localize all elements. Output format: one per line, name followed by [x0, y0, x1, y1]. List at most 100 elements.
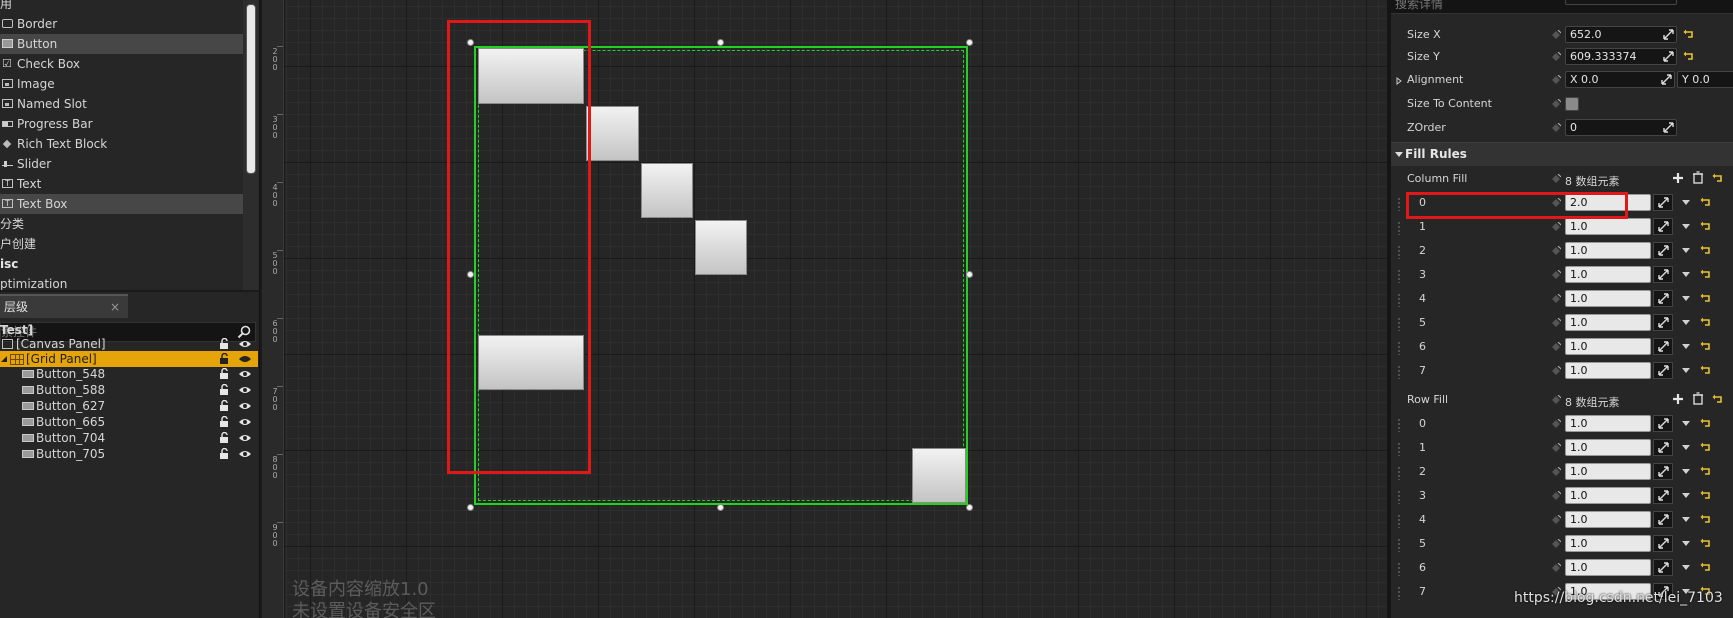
- row-fill-value-field[interactable]: 1.0: [1565, 487, 1651, 504]
- dropdown-arrow-icon[interactable]: [1682, 296, 1690, 301]
- lock-icon[interactable]: [218, 384, 232, 396]
- dropdown-arrow-icon[interactable]: [1682, 421, 1690, 426]
- palette-item-rich-text-block[interactable]: Rich Text Block: [0, 134, 243, 154]
- size-to-content-checkbox[interactable]: [1565, 97, 1579, 111]
- eye-icon[interactable]: [238, 400, 252, 412]
- add-element-icon[interactable]: [1672, 393, 1684, 405]
- lock-icon[interactable]: [218, 338, 232, 350]
- eye-icon[interactable]: [238, 432, 252, 444]
- drag-arrows-icon[interactable]: [1661, 74, 1672, 85]
- expand-field-button[interactable]: [1653, 266, 1673, 283]
- resize-handle-mr[interactable]: [966, 271, 973, 278]
- resize-handle-br[interactable]: [966, 504, 973, 511]
- tree-button[interactable]: Button_665: [0, 414, 258, 430]
- drag-grip-icon[interactable]: [1397, 293, 1401, 307]
- reset-icon[interactable]: [1700, 441, 1712, 453]
- drag-grip-icon[interactable]: [1397, 197, 1401, 211]
- bind-diamond-icon[interactable]: [1551, 395, 1561, 405]
- dropdown-arrow-icon[interactable]: [1682, 517, 1690, 522]
- close-icon[interactable]: ×: [110, 296, 120, 318]
- tab-hierarchy[interactable]: 层级 ×: [0, 294, 128, 318]
- palette-item-text[interactable]: T Text: [0, 174, 243, 194]
- grid-button-588[interactable]: [586, 106, 639, 161]
- drag-grip-icon[interactable]: [1397, 442, 1401, 456]
- row-fill-value-field[interactable]: 1.0: [1565, 439, 1651, 456]
- drag-arrows-icon[interactable]: [1658, 197, 1669, 208]
- drag-grip-icon[interactable]: [1397, 538, 1401, 552]
- bind-diamond-icon[interactable]: [1551, 443, 1561, 453]
- expand-field-button[interactable]: [1653, 487, 1673, 504]
- reset-icon[interactable]: [1683, 28, 1695, 40]
- palette-item-progress-bar[interactable]: Progress Bar: [0, 114, 243, 134]
- expand-arrow-icon[interactable]: [1395, 77, 1403, 85]
- bind-diamond-icon[interactable]: [1551, 342, 1561, 352]
- reset-icon[interactable]: [1700, 196, 1712, 208]
- bind-diamond-icon[interactable]: [1551, 294, 1561, 304]
- expand-field-button[interactable]: [1653, 463, 1673, 480]
- drag-grip-icon[interactable]: [1397, 466, 1401, 480]
- dropdown-arrow-icon[interactable]: [1682, 445, 1690, 450]
- palette-category[interactable]: ptimization: [0, 274, 243, 290]
- dropdown-arrow-icon[interactable]: [1682, 493, 1690, 498]
- grid-button-665[interactable]: [695, 220, 747, 275]
- bind-diamond-icon[interactable]: [1551, 563, 1561, 573]
- column-fill-value-field[interactable]: 1.0: [1565, 266, 1651, 283]
- drag-arrows-icon[interactable]: [1658, 442, 1669, 453]
- section-fill-rules[interactable]: Fill Rules: [1391, 142, 1733, 166]
- bind-diamond-icon[interactable]: [1551, 419, 1561, 429]
- tree-button[interactable]: Button_588: [0, 382, 258, 398]
- lock-icon[interactable]: [218, 448, 232, 460]
- bind-diamond-icon[interactable]: [1551, 30, 1561, 40]
- trash-icon[interactable]: [1692, 392, 1704, 405]
- drag-arrows-icon[interactable]: [1663, 29, 1674, 40]
- lock-icon[interactable]: [218, 416, 232, 428]
- dropdown-arrow-icon[interactable]: [1682, 248, 1690, 253]
- expand-field-button[interactable]: [1653, 194, 1673, 211]
- tree-canvas-panel[interactable]: [Canvas Panel]: [0, 336, 258, 352]
- reset-icon[interactable]: [1700, 513, 1712, 525]
- reset-icon[interactable]: [1700, 292, 1712, 304]
- column-fill-value-field[interactable]: 1.0: [1565, 314, 1651, 331]
- reset-icon[interactable]: [1712, 393, 1724, 405]
- expand-field-button[interactable]: [1653, 439, 1673, 456]
- drag-grip-icon[interactable]: [1397, 245, 1401, 259]
- palette-item-slider[interactable]: Slider: [0, 154, 243, 174]
- lock-icon[interactable]: [218, 432, 232, 444]
- expand-field-button[interactable]: [1653, 218, 1673, 235]
- row-fill-value-field[interactable]: 1.0: [1565, 415, 1651, 432]
- row-fill-value-field[interactable]: 1.0: [1565, 511, 1651, 528]
- drag-arrows-icon[interactable]: [1658, 269, 1669, 280]
- drag-arrows-icon[interactable]: [1658, 466, 1669, 477]
- bind-diamond-icon[interactable]: [1551, 318, 1561, 328]
- expand-field-button[interactable]: [1653, 559, 1673, 576]
- reset-icon[interactable]: [1700, 340, 1712, 352]
- reset-icon[interactable]: [1700, 537, 1712, 549]
- resize-handle-tm[interactable]: [717, 39, 724, 46]
- size-x-field[interactable]: 652.0: [1565, 26, 1677, 43]
- dropdown-arrow-icon[interactable]: [1682, 541, 1690, 546]
- palette-item-button[interactable]: Button: [0, 34, 243, 54]
- eye-icon[interactable]: [238, 416, 252, 428]
- tree-button[interactable]: Button_548: [0, 366, 258, 382]
- column-fill-value-field[interactable]: 1.0: [1565, 290, 1651, 307]
- bind-diamond-icon[interactable]: [1551, 366, 1561, 376]
- expand-field-button[interactable]: [1653, 338, 1673, 355]
- bind-diamond-icon[interactable]: [1551, 270, 1561, 280]
- row-fill-value-field[interactable]: 1.0: [1565, 559, 1651, 576]
- expand-field-button[interactable]: [1653, 314, 1673, 331]
- dropdown-arrow-icon[interactable]: [1682, 320, 1690, 325]
- tree-button[interactable]: Button_705: [0, 446, 258, 462]
- dropdown-arrow-icon[interactable]: [1682, 200, 1690, 205]
- drag-arrows-icon[interactable]: [1658, 514, 1669, 525]
- drag-arrows-icon[interactable]: [1658, 221, 1669, 232]
- dropdown-arrow-icon[interactable]: [1682, 344, 1690, 349]
- lock-icon[interactable]: [218, 368, 232, 380]
- reset-icon[interactable]: [1683, 50, 1695, 62]
- number-field[interactable]: [1565, 0, 1677, 5]
- drag-grip-icon[interactable]: [1397, 586, 1401, 600]
- expand-field-button[interactable]: [1653, 242, 1673, 259]
- reset-icon[interactable]: [1700, 465, 1712, 477]
- expand-field-button[interactable]: [1653, 535, 1673, 552]
- bind-diamond-icon[interactable]: [1551, 123, 1561, 133]
- palette-item-check-box[interactable]: ☑ Check Box: [0, 54, 243, 74]
